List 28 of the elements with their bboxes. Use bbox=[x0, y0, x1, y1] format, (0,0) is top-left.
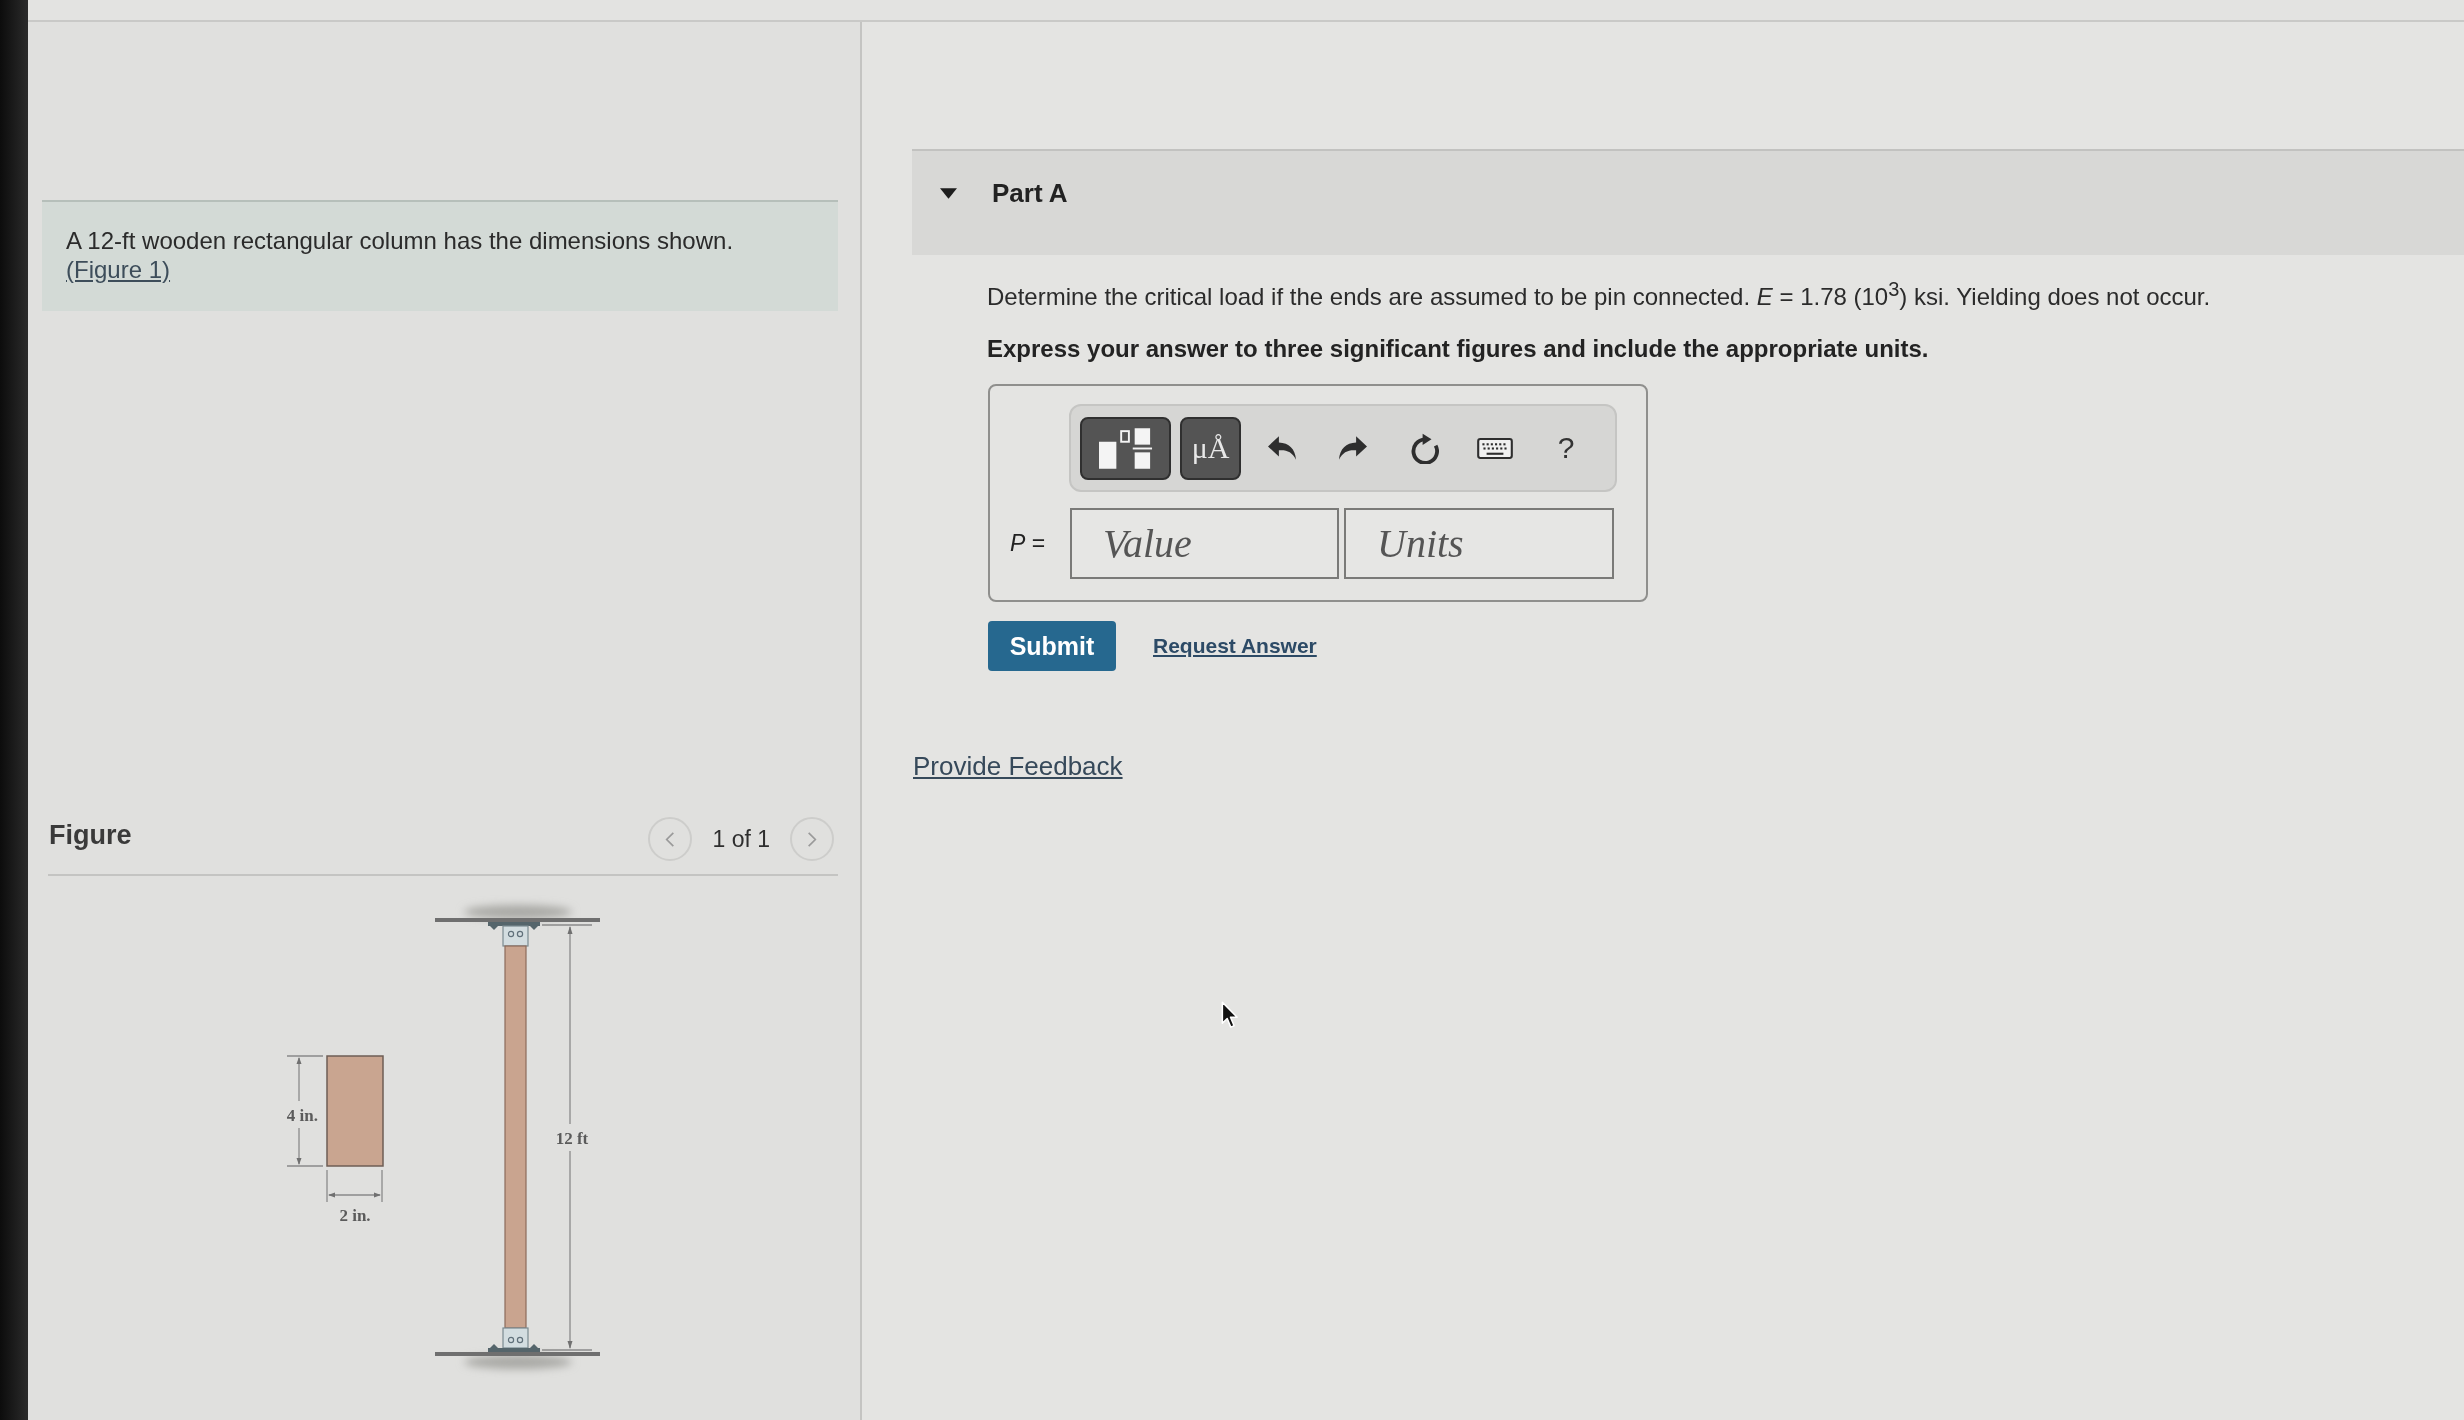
figure-heading: Figure bbox=[49, 819, 132, 851]
reset-icon bbox=[1409, 432, 1439, 464]
dimension-label: 4 in. bbox=[286, 1106, 318, 1125]
units-field[interactable]: Units bbox=[1344, 508, 1614, 579]
chevron-right-icon bbox=[807, 830, 817, 848]
keyboard-icon bbox=[1477, 437, 1513, 459]
chevron-left-icon bbox=[665, 830, 676, 848]
mouse-pointer-icon bbox=[1221, 1001, 1239, 1029]
answer-instruction: Express your answer to three significant figures and include the appropriate units. bbox=[987, 334, 1929, 364]
figure-link[interactable]: (Figure 1) bbox=[66, 255, 171, 284]
value-field[interactable]: Value bbox=[1070, 508, 1339, 579]
submit-button[interactable]: Submit bbox=[988, 621, 1116, 671]
problem-statement: A 12-ft wooden rectangular column has the dimensions shown. bbox=[66, 226, 734, 255]
request-answer-link[interactable]: Request Answer bbox=[1153, 634, 1317, 658]
variable-label: P = bbox=[1010, 530, 1047, 557]
part-title: Part A bbox=[992, 178, 1068, 208]
redo-icon bbox=[1339, 436, 1367, 460]
undo-icon bbox=[1268, 436, 1296, 460]
symbols-button[interactable]: μÅ bbox=[1180, 416, 1241, 480]
question-text: Determine the critical load if the ends are assumed to be pin connected. E = 1.78 (10$^{3}$) ksi. Yielding does not occur. bbox=[987, 277, 2211, 312]
figure-pager: 1 of 1 bbox=[712, 825, 770, 853]
part-header[interactable]: Part A bbox=[912, 149, 2464, 255]
help-button[interactable]: ? bbox=[1541, 423, 1591, 473]
feedback-link[interactable]: Provide Feedback bbox=[913, 751, 1123, 781]
dimension-label: 12 ft bbox=[555, 1129, 589, 1148]
dimension-label: 2 in. bbox=[339, 1206, 371, 1225]
templates-button[interactable] bbox=[1080, 416, 1171, 480]
template-blocks-icon bbox=[1098, 427, 1153, 469]
